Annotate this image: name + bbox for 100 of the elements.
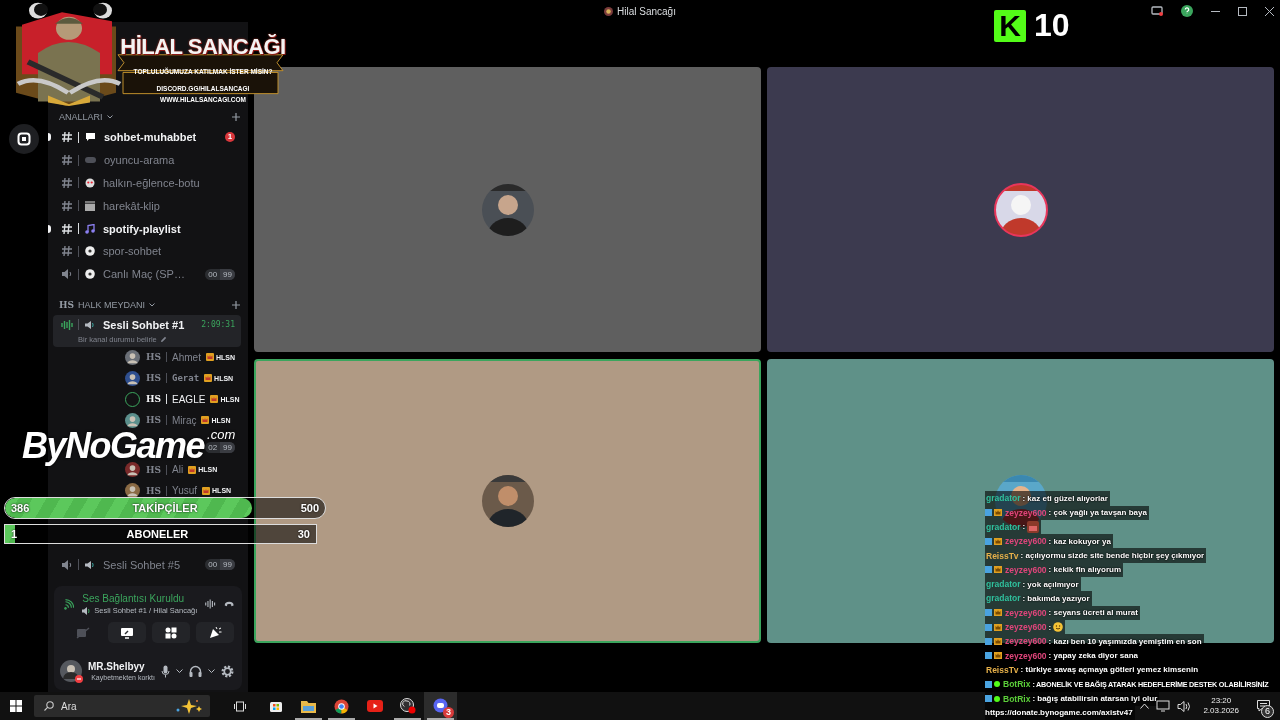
user-limit-badge: 00 99	[205, 559, 235, 571]
caret-icon[interactable]	[208, 669, 215, 673]
channel-name[interactable]: oyuncu-arama	[104, 154, 175, 167]
chat-username: gradator	[986, 522, 1021, 532]
chat-username: gradator	[986, 493, 1021, 504]
chat-link[interactable]: https://donate.bynogame.com/axistv47	[985, 708, 1133, 718]
user-limit-badge: 00 99	[205, 268, 235, 280]
speaker-icon	[82, 606, 92, 615]
taskbar-app[interactable]: 3	[424, 692, 457, 720]
avatar[interactable]	[125, 483, 140, 499]
chat-message: : kaz kokuyor ya	[1048, 536, 1111, 546]
soundboard-button[interactable]	[196, 622, 234, 643]
avatar[interactable]	[125, 349, 140, 365]
channel-name[interactable]: spor-sohbet	[103, 245, 162, 258]
maximize-icon[interactable]	[1238, 6, 1247, 16]
voice-waveform-icon[interactable]	[205, 598, 216, 610]
disconnect-icon[interactable]	[223, 600, 234, 608]
hashtag-icon	[61, 222, 73, 235]
speaker-icon	[85, 319, 95, 330]
banner-title: HİLAL SANCAĞI	[120, 34, 286, 60]
crown-icon	[205, 353, 214, 362]
member-tag: HS	[146, 394, 161, 405]
chat-username: zeyzey600	[1005, 650, 1047, 661]
user-avatar[interactable]	[60, 660, 82, 682]
chevron-icon	[149, 302, 156, 307]
channel-name[interactable]: harekât-klip	[103, 199, 160, 212]
channel-name[interactable]: sohbet-muhabbet	[104, 131, 197, 144]
unread-indicator	[48, 224, 51, 233]
member-name[interactable]: EAGLE	[172, 393, 206, 405]
headphones-icon[interactable]	[189, 665, 202, 677]
chat-username: ReissTv	[986, 664, 1019, 675]
notification-icon	[1256, 700, 1270, 712]
avatar[interactable]	[125, 370, 140, 386]
add-icon[interactable]	[232, 300, 240, 309]
member-tag: HS	[146, 352, 161, 363]
inbox-icon[interactable]	[1151, 5, 1163, 17]
video-tile[interactable]	[767, 67, 1274, 352]
hashtag-icon	[61, 199, 73, 212]
chat-message: : kaz eti güzel alıyorlar	[1022, 493, 1108, 503]
close-icon[interactable]	[1265, 6, 1274, 16]
clock-time[interactable]: 23:20	[1211, 696, 1232, 706]
running-indicator	[328, 718, 355, 720]
volume-icon[interactable]	[1177, 700, 1191, 712]
dnd-status-icon	[75, 675, 83, 683]
add-icon[interactable]	[232, 113, 240, 121]
notification-badge: 3	[443, 707, 454, 718]
chevron-icon	[106, 115, 113, 119]
member-name[interactable]: Yusuf	[172, 485, 198, 497]
soccer-ball-icon	[85, 246, 95, 257]
chat-message: : bakımda yazıyor	[1022, 593, 1090, 603]
category-header[interactable]: HALK MEYDANI	[78, 299, 146, 310]
member-name[interactable]: Ali	[172, 464, 184, 476]
avatar[interactable]	[125, 412, 140, 428]
chat-username: BotRix	[1003, 679, 1031, 690]
soccer-ball-icon	[85, 269, 95, 280]
caret-icon[interactable]	[176, 669, 183, 673]
signal-icon[interactable]	[64, 597, 75, 611]
channel-name[interactable]: Sesli Sohbet #1	[103, 318, 185, 331]
channel-name[interactable]: spotify-playlist	[103, 222, 181, 235]
screen-share-button[interactable]	[108, 622, 146, 643]
hashtag-icon	[61, 245, 73, 258]
running-indicator	[427, 718, 454, 720]
goal-target: 30	[297, 528, 311, 540]
crown-icon	[201, 416, 210, 425]
channel-name[interactable]: halkın-eğlence-botu	[103, 177, 200, 189]
search-field[interactable]: Ara	[34, 695, 210, 717]
clapperboard-icon	[85, 200, 95, 211]
music-note-icon	[85, 223, 95, 234]
settings-icon[interactable]	[221, 664, 234, 678]
channel-name[interactable]: Canlı Maç (SP…	[103, 268, 185, 281]
member-name[interactable]: Gerat	[172, 373, 200, 384]
task-view-icon[interactable]	[234, 700, 246, 712]
chevron-icon[interactable]	[1140, 703, 1150, 709]
crown-icon	[210, 395, 219, 404]
chat-message: : çok yağlı ya tavşan baya	[1048, 508, 1147, 518]
member-name[interactable]: Ahmet	[172, 351, 201, 363]
username: MR.Shelbyy	[88, 661, 146, 672]
clock-date[interactable]: 2.03.2026	[1203, 706, 1239, 716]
member-tag: HS	[146, 464, 161, 475]
member-name[interactable]: Miraç	[172, 414, 197, 426]
chat-username: zeyzey600	[1005, 507, 1047, 518]
chat-message: :	[1022, 522, 1026, 532]
search-icon	[44, 701, 54, 711]
camera-off-icon	[76, 626, 90, 639]
start-icon[interactable]	[10, 700, 22, 712]
goal-current: 386	[10, 502, 30, 514]
help-icon[interactable]	[1181, 5, 1193, 17]
discover-button[interactable]	[9, 124, 39, 154]
chat-username: gradator	[986, 579, 1021, 590]
server-icon	[604, 6, 614, 16]
video-tile[interactable]	[254, 359, 761, 643]
category-header[interactable]: ANALLARI	[59, 112, 103, 122]
channel-name[interactable]: Sesli Sohbet #5	[103, 558, 181, 571]
goal-target: 500	[300, 502, 320, 514]
network-icon[interactable]	[1156, 700, 1171, 712]
hashtag-icon	[61, 131, 73, 144]
notification-center-button[interactable]: 6	[1252, 694, 1274, 718]
activities-button[interactable]	[152, 622, 190, 643]
microphone-icon[interactable]	[161, 664, 170, 678]
play-button-icon	[366, 700, 383, 712]
